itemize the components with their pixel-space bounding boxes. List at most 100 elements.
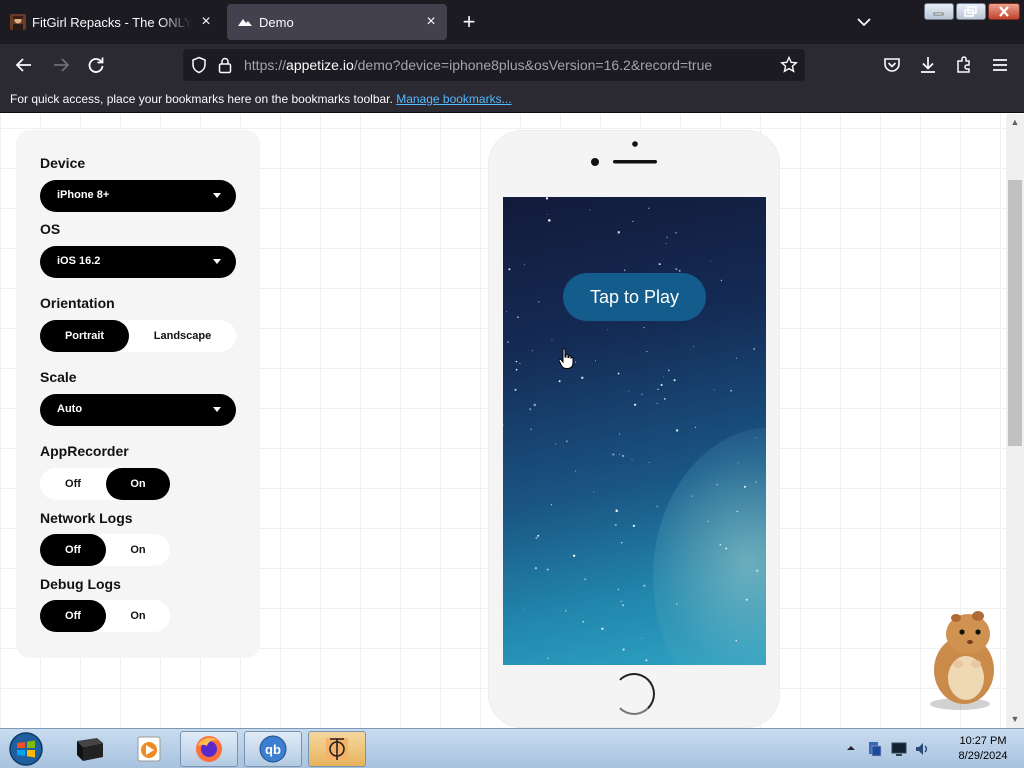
star [505, 311, 508, 313]
star [545, 197, 549, 200]
close-tab-icon[interactable]: × [423, 14, 439, 30]
star [656, 402, 658, 404]
star [643, 584, 646, 587]
star [743, 485, 747, 488]
tab-fitgirl[interactable]: FitGirl Repacks - The ONLY official site… [0, 4, 222, 40]
device-settings-panel: Device iPhone 8+ OS iOS 16.2 Orientation… [16, 130, 260, 658]
star [554, 443, 557, 445]
device-select[interactable]: iPhone 8+ [40, 180, 236, 212]
new-tab-button[interactable]: + [459, 11, 479, 33]
star [676, 603, 678, 605]
app-screen[interactable]: Tap to Play [503, 197, 766, 665]
scale-value: Auto [57, 403, 83, 415]
taskbar-app[interactable] [308, 731, 366, 767]
star [593, 491, 595, 493]
scale-select[interactable]: Auto [40, 394, 236, 426]
minimize-icon [933, 12, 944, 15]
scroll-up-icon[interactable]: ▲ [1010, 117, 1020, 127]
star [546, 214, 548, 215]
star [537, 300, 540, 303]
debug-logs-on-button[interactable]: On [106, 600, 170, 632]
star [601, 627, 604, 630]
orientation-portrait-button[interactable]: Portrait [40, 320, 129, 352]
tab-demo[interactable]: Demo × [227, 4, 447, 40]
star [628, 390, 630, 392]
star [574, 361, 577, 363]
star [584, 578, 587, 581]
restore-button[interactable] [956, 3, 986, 20]
forward-arrow-icon[interactable] [51, 55, 71, 75]
star [646, 351, 648, 353]
show-hidden-icons-icon[interactable] [846, 743, 856, 753]
os-select[interactable]: iOS 16.2 [40, 246, 236, 278]
terminal-icon [77, 738, 103, 761]
star [515, 368, 518, 371]
network-logs-off-button[interactable]: Off [40, 534, 106, 566]
network-logs-on-button[interactable]: On [106, 534, 170, 566]
page-scrollbar[interactable]: ▲ ▼ [1006, 114, 1024, 728]
star [633, 403, 637, 406]
minimize-button[interactable] [924, 3, 954, 20]
star [735, 357, 738, 359]
star [632, 524, 636, 528]
star [558, 380, 561, 383]
star [754, 437, 756, 439]
star [730, 390, 732, 392]
close-tab-icon[interactable]: × [198, 14, 214, 30]
app-recorder-off-button[interactable]: Off [40, 468, 106, 500]
lock-icon[interactable] [217, 56, 233, 74]
menu-icon[interactable] [990, 55, 1010, 75]
taskbar-firefox[interactable] [180, 731, 238, 767]
scroll-thumb[interactable] [1008, 180, 1022, 446]
clock-date: 8/29/2024 [958, 750, 1008, 762]
reload-icon[interactable] [86, 55, 106, 75]
tap-to-play-button[interactable]: Tap to Play [563, 273, 706, 321]
app-recorder-on-button[interactable]: On [106, 468, 170, 500]
star [668, 369, 670, 372]
orientation-landscape-button[interactable]: Landscape [129, 320, 236, 352]
star [582, 620, 585, 623]
star [666, 236, 668, 239]
star [515, 360, 518, 363]
url-text[interactable]: https://appetize.io/demo?device=iphone8p… [244, 57, 712, 73]
back-arrow-icon[interactable] [14, 55, 34, 75]
address-bar[interactable]: https://appetize.io/demo?device=iphone8p… [183, 49, 805, 81]
windows-start-icon[interactable] [6, 731, 46, 767]
manage-bookmarks-link[interactable]: Manage bookmarks... [396, 92, 511, 106]
taskbar-clock[interactable]: 10:27 PM 8/29/2024 [946, 734, 1020, 764]
home-button[interactable] [613, 673, 655, 715]
scroll-down-icon[interactable]: ▼ [1010, 714, 1020, 724]
taskbar-terminal[interactable] [60, 731, 118, 767]
star [575, 470, 577, 472]
star [735, 639, 737, 642]
star [623, 269, 626, 272]
extensions-icon[interactable] [954, 55, 974, 75]
bookmarks-toolbar: For quick access, place your bookmarks h… [0, 86, 1024, 113]
star [572, 554, 576, 557]
url-host: appetize.io [286, 57, 354, 73]
network-tray-icon[interactable] [866, 740, 884, 758]
navigation-toolbar: https://appetize.io/demo?device=iphone8p… [0, 44, 1024, 86]
star [535, 536, 538, 540]
star [537, 534, 540, 537]
taskbar-media-player[interactable] [120, 731, 178, 767]
caret-down-icon [213, 259, 221, 264]
debug-logs-off-button[interactable]: Off [40, 600, 106, 632]
downloads-icon[interactable] [918, 55, 938, 75]
star [503, 424, 504, 426]
star [548, 219, 551, 222]
star-bookmark-icon[interactable] [780, 56, 798, 74]
caret-down-icon [213, 407, 221, 412]
display-tray-icon[interactable] [890, 740, 908, 758]
star [614, 523, 617, 527]
pocket-icon[interactable] [882, 55, 902, 75]
shield-icon[interactable] [190, 56, 208, 74]
chevron-down-icon[interactable] [854, 12, 874, 32]
star [648, 461, 650, 463]
windows-taskbar: qb 10:27 PM 8/29/2024 [0, 728, 1024, 768]
volume-tray-icon[interactable] [914, 740, 932, 758]
taskbar-qbittorrent[interactable]: qb [244, 731, 302, 767]
star [713, 389, 715, 391]
close-window-button[interactable] [988, 3, 1020, 20]
star [517, 316, 519, 319]
